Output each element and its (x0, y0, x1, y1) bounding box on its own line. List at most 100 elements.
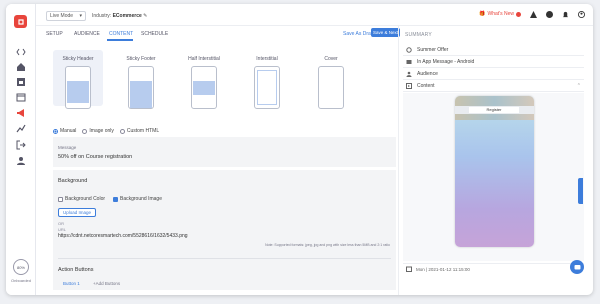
checkbox-label: Background Color (65, 196, 106, 202)
message-input[interactable]: 50% off on Course registration (58, 154, 132, 160)
home-icon[interactable] (15, 62, 27, 72)
message-label: Message (58, 145, 77, 150)
summary-title: SUMMARY (405, 32, 432, 38)
background-title: Background (58, 178, 88, 184)
tab-content[interactable]: CONTENT (109, 31, 133, 37)
divider (58, 258, 391, 259)
message-panel: Message 50% off on Course registration (53, 137, 396, 167)
register-button[interactable]: Register (469, 107, 519, 113)
phone-preview: Register (455, 96, 534, 247)
whats-new-label: What's New (487, 11, 514, 17)
chat-button[interactable] (570, 260, 584, 274)
gift-icon: 🎁 (479, 11, 486, 17)
layout-sticky-footer[interactable]: Sticky Footer (116, 56, 166, 109)
content-mode-radios: Manual Image only Custom HTML (53, 128, 159, 134)
radio-label: Custom HTML (126, 128, 160, 134)
format-note: Note: Supported formats: jpeg, jpg and p… (265, 243, 390, 247)
background-panel: Background Background Color Background I… (53, 170, 396, 290)
or-label: OR (58, 221, 64, 226)
onboarding-progress[interactable]: 80% (13, 259, 29, 275)
summary-row-setup[interactable]: Summer Offer (403, 45, 584, 56)
whats-new-link[interactable]: 🎁 What's New (479, 11, 521, 17)
radio-label: Image only (89, 128, 114, 134)
feedback-tab[interactable] (578, 178, 583, 204)
journey-icon[interactable] (15, 124, 27, 134)
layout-label: Cover (324, 56, 338, 62)
chevron-down-icon: ▾ (79, 13, 82, 19)
save-draft-button[interactable]: Save As Draft (343, 31, 374, 37)
user-icon[interactable] (15, 156, 27, 166)
active-tab-indicator (107, 39, 133, 41)
phone-outline (318, 66, 344, 109)
upload-image-button[interactable]: Upload Image (58, 208, 96, 217)
summary-panel: SUMMARY Summer Offer In App Message - An… (398, 26, 593, 295)
preview-area: Register (403, 93, 584, 261)
background-color-checkbox[interactable]: Background Color (58, 196, 105, 202)
onboarding-label: Onboarded (10, 278, 31, 283)
radio-dot (119, 128, 125, 134)
notification-dot (516, 11, 521, 17)
tab-setup[interactable]: SETUP (46, 31, 63, 37)
summary-row-content[interactable]: Content ⌃ (403, 81, 584, 92)
exit-icon[interactable] (15, 140, 27, 150)
layout-label: Interstitial (256, 56, 278, 62)
mode-select-value: Live Mode (50, 13, 74, 19)
summary-row-audience[interactable]: Audience (403, 69, 584, 80)
app-window: 80% Onboarded Live Mode ▾ Industry: ECom… (6, 4, 593, 295)
mode-select[interactable]: Live Mode ▾ (46, 11, 86, 21)
layout-sticky-header[interactable]: Sticky Header (53, 50, 103, 109)
industry-value: ECommerce (112, 13, 142, 19)
summary-row-label: Audience (417, 71, 438, 77)
schedule-text: Mon | 2021-01-12 11:15:00 (416, 266, 470, 272)
content-editor: Sticky Header Sticky Footer Half Interst… (36, 42, 398, 295)
background-image-checkbox[interactable]: Background Image (113, 196, 162, 202)
phone-outline (254, 66, 280, 109)
analytics-icon[interactable] (15, 77, 27, 87)
layout-interstitial[interactable]: Interstitial (242, 56, 292, 109)
summary-row-label: In App Message - Android (417, 59, 475, 65)
left-sidebar: 80% Onboarded (6, 4, 36, 295)
layout-label: Half Interstitial (188, 56, 220, 62)
pencil-icon[interactable]: ✎ (143, 13, 147, 19)
layout-label: Sticky Header (62, 56, 94, 62)
warning-icon[interactable] (529, 10, 537, 18)
action-buttons-title: Action Buttons (58, 267, 94, 273)
tab-schedule[interactable]: SCHEDULE (141, 31, 168, 37)
radio-dot (82, 128, 88, 134)
phone-outline (128, 66, 154, 109)
step-tabs: SETUP AUDIENCE CONTENT SCHEDULE Save As … (36, 26, 400, 42)
radio-label: Manual (60, 128, 77, 134)
account-icon[interactable] (577, 10, 585, 18)
bell-icon[interactable] (561, 10, 569, 18)
checkbox-label: Background Image (120, 196, 162, 202)
app-logo-icon[interactable] (14, 15, 27, 28)
phone-outline (191, 66, 217, 109)
chat-icon (574, 264, 580, 269)
url-label: URL (58, 227, 67, 232)
top-bar: Live Mode ▾ Industry: ECommerce ✎ 🎁 What… (36, 4, 593, 26)
top-right-actions: 🎁 What's New (479, 10, 585, 18)
url-input[interactable]: https://cdnt.netcoresmartech.com/5528616… (58, 233, 188, 239)
add-buttons-tab[interactable]: +Add Buttons (93, 281, 120, 286)
calendar-icon[interactable] (15, 92, 27, 102)
checkbox-box (58, 196, 63, 202)
radio-image-only[interactable]: Image only (82, 128, 114, 134)
layout-half-interstitial[interactable]: Half Interstitial (179, 56, 229, 109)
checkbox-box (113, 196, 118, 202)
schedule-row[interactable]: Mon | 2021-01-12 11:15:00 (403, 263, 584, 274)
content-icon (406, 83, 412, 89)
save-next-button[interactable]: Save & Next (371, 28, 400, 37)
layout-cover[interactable]: Cover (306, 56, 356, 109)
code-icon[interactable] (15, 47, 27, 57)
chevron-up-icon[interactable]: ⌃ (577, 83, 581, 89)
radio-dot (53, 128, 58, 134)
tab-audience[interactable]: AUDIENCE (74, 31, 100, 37)
megaphone-icon[interactable] (15, 108, 27, 118)
summary-row-label: Summer Offer (417, 47, 449, 53)
summary-row-channel[interactable]: In App Message - Android (403, 57, 584, 68)
tab-button-1[interactable]: Button 1 (63, 281, 80, 286)
industry-selector[interactable]: Industry: ECommerce ✎ (92, 13, 147, 19)
help-icon[interactable] (545, 10, 553, 18)
radio-custom-html[interactable]: Custom HTML (119, 128, 160, 134)
radio-manual[interactable]: Manual (53, 128, 76, 134)
